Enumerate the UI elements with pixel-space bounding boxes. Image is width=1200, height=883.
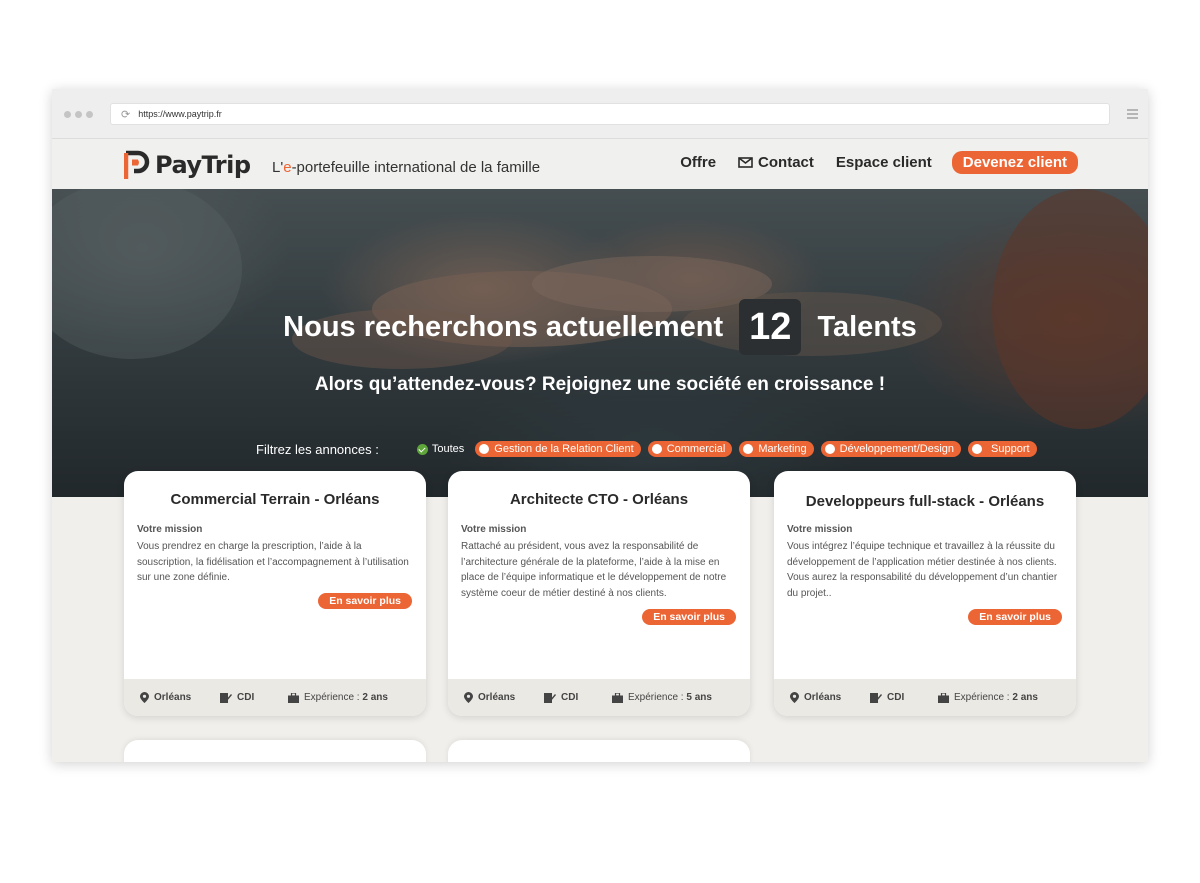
paytrip-logo-icon xyxy=(124,150,150,179)
job-contract: CDI xyxy=(220,692,288,703)
mission-label: Votre mission xyxy=(461,524,527,535)
checkmark-icon xyxy=(416,443,428,455)
mission-text: Rattaché au président, vous avez la resp… xyxy=(461,541,727,599)
job-contract: CDI xyxy=(544,692,612,703)
headline-after: Talents xyxy=(817,310,917,343)
filter-toutes-label: Toutes xyxy=(431,443,465,455)
job-location: Orléans xyxy=(464,692,544,703)
hero-headline: Nous recherchons actuellement 12 Talents xyxy=(52,299,1148,355)
en-savoir-plus-button[interactable]: En savoir plus xyxy=(318,593,412,609)
job-experience: Expérience : 2 ans xyxy=(288,692,388,703)
job-card[interactable]: Architecte CTO - Orléans Votre mission R… xyxy=(448,471,750,716)
filter-relation-client[interactable]: Gestion de la Relation Client xyxy=(475,441,641,457)
experience-value: 5 ans xyxy=(686,692,712,703)
experience-label: Expérience : xyxy=(954,692,1010,703)
site-tagline: L'e-portefeuille international de la fam… xyxy=(272,159,540,176)
browser-toolbar: ⟳ https://www.paytrip.fr xyxy=(52,89,1148,139)
en-savoir-plus-button[interactable]: En savoir plus xyxy=(642,609,736,625)
job-card[interactable]: Developpeurs full-stack - Orléans Votre … xyxy=(774,471,1076,716)
document-edit-icon xyxy=(220,693,232,703)
experience-value: 2 ans xyxy=(1012,692,1038,703)
job-meta: Orléans CDI Expérience : 2 ans xyxy=(124,679,426,716)
experience-value: 2 ans xyxy=(362,692,388,703)
job-card-partial[interactable] xyxy=(124,740,426,762)
job-location-text: Orléans xyxy=(804,692,842,703)
filter-commercial[interactable]: Commercial xyxy=(647,441,733,457)
filter-support-label: Support xyxy=(991,443,1030,455)
job-experience: Expérience : 5 ans xyxy=(612,692,712,703)
job-location: Orléans xyxy=(790,692,870,703)
browser-window: ⟳ https://www.paytrip.fr PayTrip L'e-por… xyxy=(52,89,1148,762)
filter-developpement-label: Développement/Design xyxy=(839,443,955,455)
job-location-text: Orléans xyxy=(154,692,192,703)
address-bar[interactable]: ⟳ https://www.paytrip.fr xyxy=(110,103,1110,125)
mission-label: Votre mission xyxy=(137,524,203,535)
tagline-rest: -portefeuille international de la famill… xyxy=(291,159,541,176)
filter-toutes[interactable]: Toutes xyxy=(416,443,465,455)
job-title: Commercial Terrain - Orléans xyxy=(170,491,380,508)
radio-icon xyxy=(972,444,983,454)
filter-relation-client-label: Gestion de la Relation Client xyxy=(494,443,634,455)
radio-icon xyxy=(651,444,662,454)
map-pin-icon xyxy=(790,692,799,703)
envelope-icon xyxy=(738,157,753,168)
filter-label: Filtrez les annonces : xyxy=(256,441,379,457)
talent-count-badge: 12 xyxy=(739,299,802,355)
radio-icon xyxy=(479,444,490,454)
nav-offre[interactable]: Offre xyxy=(680,154,716,171)
job-meta: Orléans CDI Expérience : 5 ans xyxy=(448,679,750,716)
job-contract: CDI xyxy=(870,692,938,703)
radio-icon xyxy=(824,444,835,454)
job-experience: Expérience : 2 ans xyxy=(938,692,1038,703)
filter-marketing[interactable]: Marketing xyxy=(739,441,814,457)
tagline-prefix: L' xyxy=(272,159,284,176)
tagline-accent: e xyxy=(283,159,292,176)
headline-before: Nous recherchons actuellement xyxy=(283,310,724,343)
filter-support[interactable]: Support xyxy=(968,441,1037,457)
job-card-partial[interactable] xyxy=(448,740,750,762)
job-contract-text: CDI xyxy=(887,692,905,703)
experience-label: Expérience : xyxy=(628,692,684,703)
job-contract-text: CDI xyxy=(561,692,579,703)
logo-text: PayTrip xyxy=(155,151,251,179)
briefcase-icon xyxy=(938,692,949,703)
map-pin-icon xyxy=(140,692,149,703)
job-contract-text: CDI xyxy=(237,692,255,703)
mission-text: Vous prendrez en charge la prescription,… xyxy=(137,541,409,583)
hero-banner: Nous recherchons actuellement 12 Talents… xyxy=(52,189,1148,497)
window-controls[interactable] xyxy=(64,111,93,118)
briefcase-icon xyxy=(612,692,623,703)
filter-developpement[interactable]: Développement/Design xyxy=(820,441,962,457)
job-filters: Filtrez les annonces : Toutes Gestion de… xyxy=(256,441,1044,457)
job-meta: Orléans CDI Expérience : 2 ans xyxy=(774,679,1076,716)
document-edit-icon xyxy=(870,693,882,703)
site-header: PayTrip L'e-portefeuille international d… xyxy=(52,139,1148,189)
reload-icon[interactable]: ⟳ xyxy=(121,108,130,121)
nav-espace-client[interactable]: Espace client xyxy=(836,154,932,171)
nav-contact[interactable]: Contact xyxy=(738,154,814,171)
mission-text: Vous intégrez l’équipe technique et trav… xyxy=(787,541,1058,599)
job-location: Orléans xyxy=(140,692,220,703)
radio-icon xyxy=(743,444,754,454)
en-savoir-plus-button[interactable]: En savoir plus xyxy=(968,609,1062,625)
job-card[interactable]: Commercial Terrain - Orléans Votre missi… xyxy=(124,471,426,716)
main-nav: Offre Contact Espace client Devenez clie… xyxy=(658,151,1078,174)
menu-icon[interactable] xyxy=(1127,109,1138,121)
filter-marketing-label: Marketing xyxy=(758,443,807,455)
experience-label: Expérience : xyxy=(304,692,360,703)
site-logo[interactable]: PayTrip xyxy=(124,149,251,181)
filter-commercial-label: Commercial xyxy=(666,443,726,455)
devenez-client-button[interactable]: Devenez client xyxy=(951,151,1078,174)
job-title: Developpeurs full-stack - Orléans xyxy=(805,493,1045,510)
document-edit-icon xyxy=(544,693,556,703)
mission-label: Votre mission xyxy=(787,524,853,535)
map-pin-icon xyxy=(464,692,473,703)
job-location-text: Orléans xyxy=(478,692,516,703)
nav-contact-label: Contact xyxy=(758,154,814,171)
hero-subline: Alors qu’attendez-vous? Rejoignez une so… xyxy=(314,374,886,395)
url-text: https://www.paytrip.fr xyxy=(138,109,222,119)
briefcase-icon xyxy=(288,692,299,703)
job-title: Architecte CTO - Orléans xyxy=(509,491,689,508)
